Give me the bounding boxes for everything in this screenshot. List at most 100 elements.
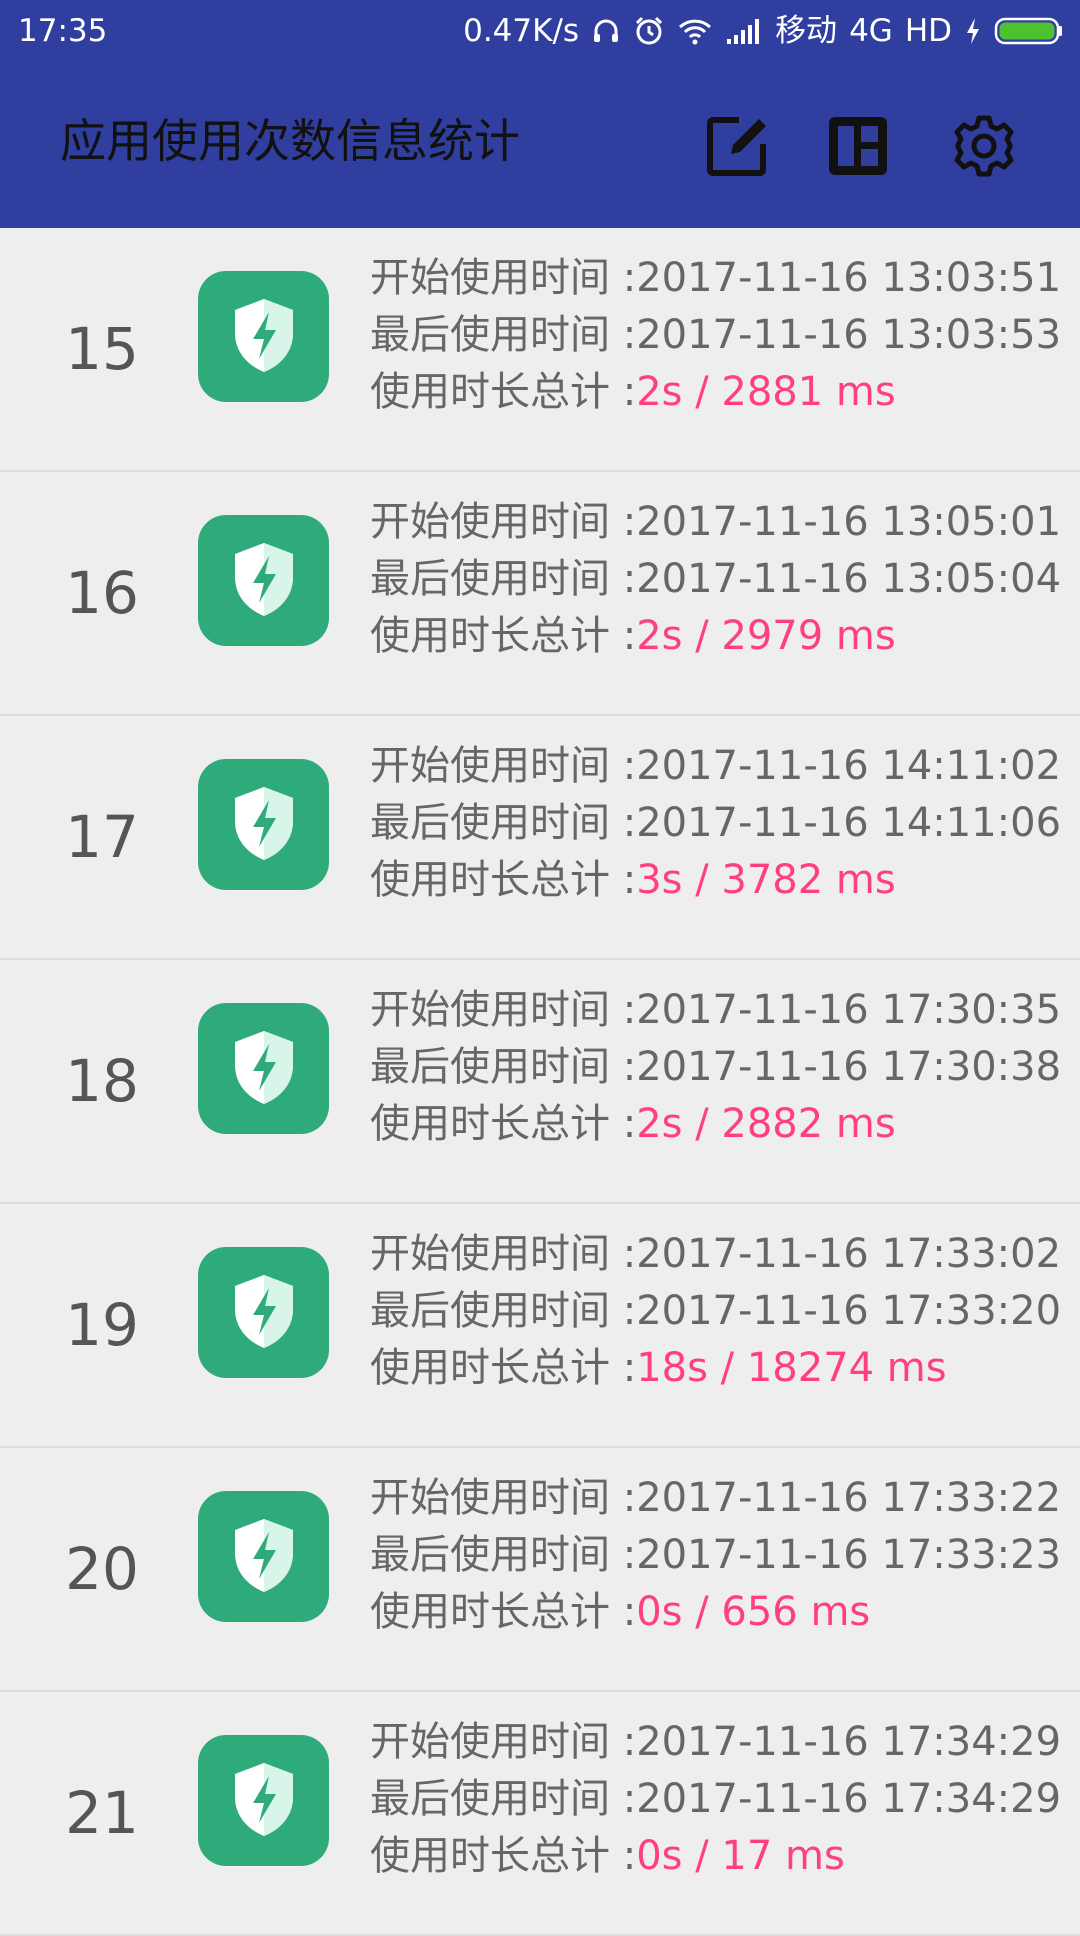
item-details: 开始使用时间 :2017-11-16 17:30:35 最后使用时间 :2017-… (370, 982, 1070, 1153)
last-time-line: 最后使用时间 :2017-11-16 14:11:06 (370, 795, 1070, 852)
total-duration-value: 18s / 18274 ms (636, 1345, 947, 1391)
total-duration-label: 使用时长总计 : (370, 369, 637, 415)
start-time-line: 开始使用时间 :2017-11-16 17:33:22 (370, 1470, 1070, 1527)
start-time-value: 2017-11-16 17:30:35 (636, 987, 1062, 1033)
settings-icon (952, 114, 1016, 182)
last-time-line: 最后使用时间 :2017-11-16 13:03:53 (370, 307, 1070, 364)
status-right: 0.47K/s 移动 4G HD (463, 0, 1064, 62)
app-icon (198, 1491, 329, 1622)
item-index: 19 (65, 1291, 139, 1359)
last-time-label: 最后使用时间 : (370, 1288, 637, 1334)
start-time-label: 开始使用时间 : (370, 1719, 637, 1765)
start-time-label: 开始使用时间 : (370, 1231, 637, 1277)
headphones-icon (591, 16, 621, 46)
shield-lightning-icon (229, 1759, 299, 1843)
page-title: 应用使用次数信息统计 (60, 114, 520, 168)
list-item[interactable]: 19 开始使用时间 :2017-11-16 17:33:02 最后使用时间 :201… (0, 1204, 1080, 1448)
signal-icon (725, 17, 763, 45)
app-icon (198, 1247, 329, 1378)
dashboard-button[interactable] (818, 108, 898, 188)
charging-icon (964, 16, 982, 46)
start-time-value: 2017-11-16 17:34:29 (636, 1719, 1062, 1765)
status-bar: 17:35 0.47K/s 移动 4G HD (0, 0, 1080, 62)
item-index: 21 (65, 1779, 139, 1847)
start-time-line: 开始使用时间 :2017-11-16 17:34:29 (370, 1714, 1070, 1771)
edit-button[interactable] (697, 108, 777, 188)
wifi-icon (677, 16, 713, 46)
total-duration-label: 使用时长总计 : (370, 1101, 637, 1147)
shield-lightning-icon (229, 1027, 299, 1111)
app-icon (198, 759, 329, 890)
app-icon (198, 1735, 329, 1866)
total-duration-line: 使用时长总计 :2s / 2882 ms (370, 1096, 1070, 1153)
last-time-line: 最后使用时间 :2017-11-16 17:33:23 (370, 1527, 1070, 1584)
item-index: 18 (65, 1047, 139, 1115)
dashboard-icon (826, 114, 890, 182)
last-time-line: 最后使用时间 :2017-11-16 13:05:04 (370, 551, 1070, 608)
start-time-label: 开始使用时间 : (370, 255, 637, 301)
last-time-value: 2017-11-16 13:03:53 (636, 312, 1062, 358)
item-details: 开始使用时间 :2017-11-16 14:11:02 最后使用时间 :2017-… (370, 738, 1070, 909)
usage-list[interactable]: 15 开始使用时间 :2017-11-16 13:03:51 最后使用时间 :201… (0, 228, 1080, 1936)
last-time-value: 2017-11-16 17:30:38 (636, 1044, 1062, 1090)
start-time-value: 2017-11-16 17:33:22 (636, 1475, 1062, 1521)
item-index: 20 (65, 1535, 139, 1603)
list-item[interactable]: 20 开始使用时间 :2017-11-16 17:33:22 最后使用时间 :201… (0, 1448, 1080, 1692)
network-type: 4G (849, 13, 893, 49)
last-time-label: 最后使用时间 : (370, 1044, 637, 1090)
total-duration-label: 使用时长总计 : (370, 1589, 637, 1635)
shield-lightning-icon (229, 1515, 299, 1599)
start-time-value: 2017-11-16 13:05:01 (636, 499, 1062, 545)
item-index: 16 (65, 559, 139, 627)
hd-label: HD (904, 13, 952, 49)
total-duration-line: 使用时长总计 :18s / 18274 ms (370, 1340, 1070, 1397)
last-time-line: 最后使用时间 :2017-11-16 17:33:20 (370, 1283, 1070, 1340)
last-time-line: 最后使用时间 :2017-11-16 17:34:29 (370, 1771, 1070, 1828)
last-time-value: 2017-11-16 13:05:04 (636, 556, 1062, 602)
start-time-label: 开始使用时间 : (370, 499, 637, 545)
list-item[interactable]: 15 开始使用时间 :2017-11-16 13:03:51 最后使用时间 :201… (0, 228, 1080, 472)
total-duration-value: 2s / 2881 ms (636, 369, 896, 415)
last-time-value: 2017-11-16 17:34:29 (636, 1776, 1062, 1822)
item-index: 17 (65, 803, 139, 871)
last-time-label: 最后使用时间 : (370, 312, 637, 358)
last-time-label: 最后使用时间 : (370, 556, 637, 602)
total-duration-label: 使用时长总计 : (370, 613, 637, 659)
item-details: 开始使用时间 :2017-11-16 13:03:51 最后使用时间 :2017-… (370, 250, 1070, 421)
shield-lightning-icon (229, 1271, 299, 1355)
start-time-line: 开始使用时间 :2017-11-16 13:03:51 (370, 250, 1070, 307)
last-time-value: 2017-11-16 17:33:20 (636, 1288, 1062, 1334)
list-item[interactable]: 21 开始使用时间 :2017-11-16 17:34:29 最后使用时间 :201… (0, 1692, 1080, 1936)
item-details: 开始使用时间 :2017-11-16 17:33:22 最后使用时间 :2017-… (370, 1470, 1070, 1641)
start-time-value: 2017-11-16 13:03:51 (636, 255, 1062, 301)
total-duration-value: 2s / 2979 ms (636, 613, 896, 659)
start-time-line: 开始使用时间 :2017-11-16 17:30:35 (370, 982, 1070, 1039)
item-details: 开始使用时间 :2017-11-16 17:34:29 最后使用时间 :2017-… (370, 1714, 1070, 1885)
settings-button[interactable] (944, 108, 1024, 188)
list-item[interactable]: 18 开始使用时间 :2017-11-16 17:30:35 最后使用时间 :201… (0, 960, 1080, 1204)
list-item[interactable]: 16 开始使用时间 :2017-11-16 13:05:01 最后使用时间 :201… (0, 472, 1080, 716)
alarm-icon (633, 15, 665, 47)
start-time-line: 开始使用时间 :2017-11-16 14:11:02 (370, 738, 1070, 795)
total-duration-label: 使用时长总计 : (370, 1345, 637, 1391)
last-time-value: 2017-11-16 14:11:06 (636, 800, 1062, 846)
shield-lightning-icon (229, 539, 299, 623)
app-icon (198, 271, 329, 402)
total-duration-line: 使用时长总计 :2s / 2881 ms (370, 364, 1070, 421)
list-item[interactable]: 17 开始使用时间 :2017-11-16 14:11:02 最后使用时间 :201… (0, 716, 1080, 960)
last-time-label: 最后使用时间 : (370, 1776, 637, 1822)
app-icon (198, 515, 329, 646)
start-time-value: 2017-11-16 17:33:02 (636, 1231, 1062, 1277)
total-duration-value: 3s / 3782 ms (636, 857, 896, 903)
start-time-value: 2017-11-16 14:11:02 (636, 743, 1062, 789)
last-time-value: 2017-11-16 17:33:23 (636, 1532, 1062, 1578)
total-duration-line: 使用时长总计 :0s / 17 ms (370, 1828, 1070, 1885)
start-time-label: 开始使用时间 : (370, 1475, 637, 1521)
carrier-name: 移动 (775, 13, 838, 49)
shield-lightning-icon (229, 783, 299, 867)
start-time-line: 开始使用时间 :2017-11-16 17:33:02 (370, 1226, 1070, 1283)
item-details: 开始使用时间 :2017-11-16 17:33:02 最后使用时间 :2017-… (370, 1226, 1070, 1397)
last-time-line: 最后使用时间 :2017-11-16 17:30:38 (370, 1039, 1070, 1096)
battery-icon (994, 16, 1064, 46)
app-bar: 17:35 0.47K/s 移动 4G HD 应用使用次数信息统计 (0, 0, 1080, 228)
